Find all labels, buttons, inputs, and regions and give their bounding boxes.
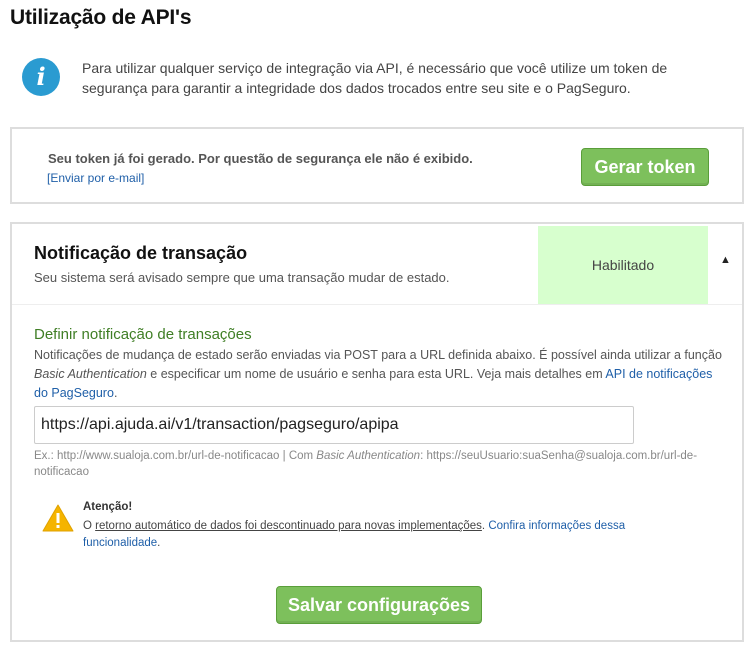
panel-title: Notificação de transação: [34, 243, 248, 263]
warning-title: Atenção!: [83, 501, 133, 513]
warning-icon: [42, 504, 74, 532]
panel-subtitle: Seu sistema será avisado sempre que uma …: [34, 270, 450, 285]
transaction-notification-panel: Notificação de transação Seu sistema ser…: [10, 222, 744, 642]
send-by-email-link[interactable]: [Enviar por e-mail]: [47, 171, 144, 185]
generate-token-button[interactable]: Gerar token: [581, 148, 709, 186]
info-text: Para utilizar qualquer serviço de integr…: [82, 60, 668, 96]
panel-header[interactable]: Notificação de transação Seu sistema ser…: [12, 224, 742, 305]
section-description: Notificações de mudança de estado serão …: [34, 348, 722, 400]
url-example: Ex.: http://www.sualoja.com.br/url-de-no…: [34, 450, 698, 478]
status-badge: Habilitado: [538, 226, 708, 304]
save-settings-button[interactable]: Salvar configurações: [276, 586, 482, 624]
caret-up-icon[interactable]: ▲: [720, 254, 731, 266]
section-title: Definir notificação de transações: [34, 326, 252, 343]
token-panel: Seu token já foi gerado. Por questão de …: [10, 127, 744, 204]
token-message: Seu token já foi gerado. Por questão de …: [48, 151, 473, 166]
page-title: Utilização de API's: [10, 6, 192, 29]
info-icon: i: [22, 58, 60, 96]
warning-text: O retorno automático de dados foi descon…: [83, 520, 626, 549]
notification-url-input[interactable]: [34, 406, 634, 444]
